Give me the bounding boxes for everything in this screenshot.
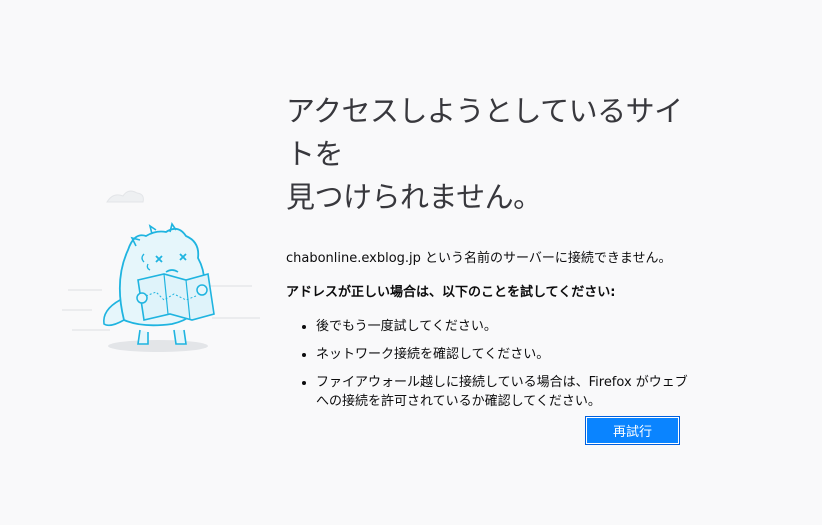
confused-dinosaur-with-map-icon [62, 190, 260, 352]
advice-item: 後でもう一度試してください。 [316, 317, 696, 336]
retry-button[interactable]: 再試行 [585, 416, 680, 445]
advice-heading: アドレスが正しい場合は、以下のことを試してください: [286, 285, 616, 300]
error-content: アクセスしようとしているサイトを見つけられません。 chabonline.exb… [286, 90, 696, 420]
error-page: アクセスしようとしているサイトを見つけられません。 chabonline.exb… [0, 0, 822, 525]
advice-item: ファイアウォール越しに接続している場合は、Firefox がウェブへの接続を許可… [316, 373, 696, 411]
title-line-2: 見つけられません。 [286, 180, 542, 214]
advice-list: 後でもう一度試してください。 ネットワーク接続を確認してください。 ファイアウォ… [286, 317, 696, 411]
page-title: アクセスしようとしているサイトを見つけられません。 [286, 90, 696, 219]
error-description: chabonline.exblog.jp という名前のサーバーに接続できません。 [286, 251, 672, 266]
advice-item: ネットワーク接続を確認してください。 [316, 345, 696, 364]
title-line-1: アクセスしようとしているサイトを [286, 94, 683, 171]
